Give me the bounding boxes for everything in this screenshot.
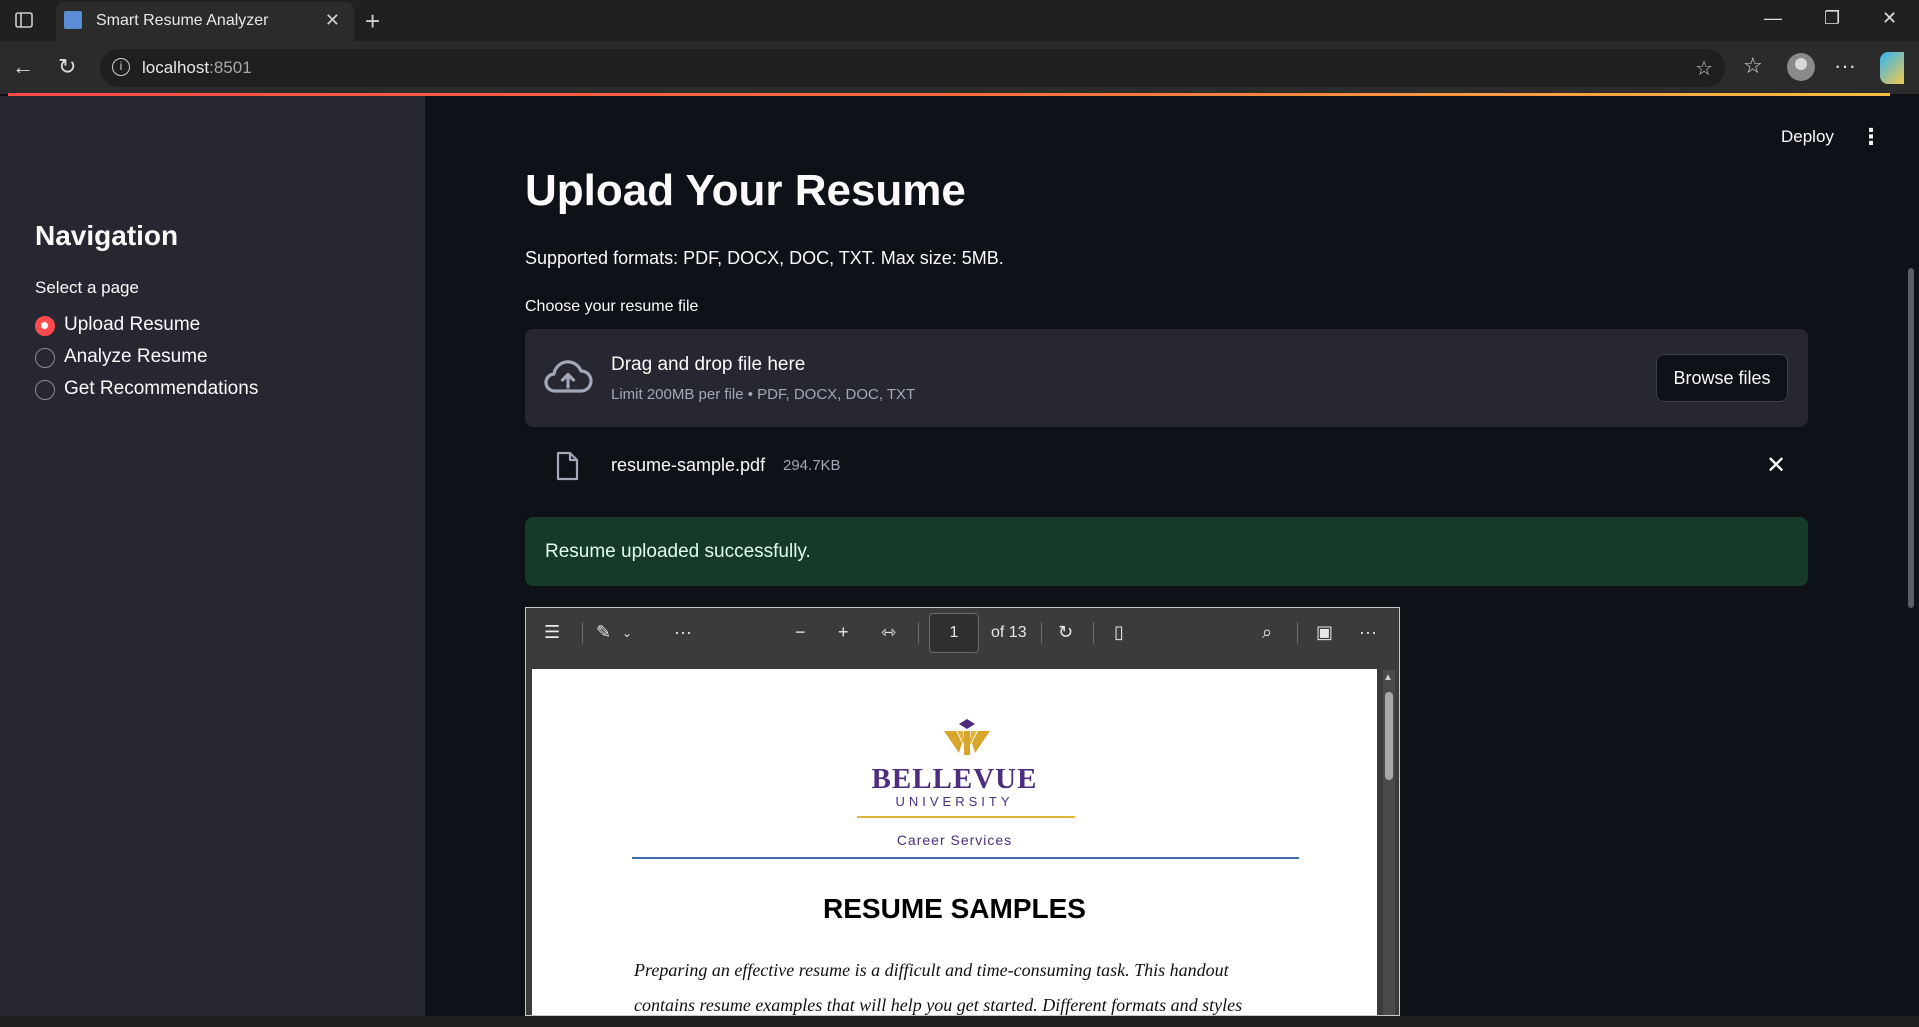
page-number-input[interactable]: 1 bbox=[929, 613, 979, 653]
radio-unselected-icon bbox=[35, 380, 55, 400]
highlight-icon[interactable]: ✎ bbox=[596, 622, 611, 643]
browse-files-button[interactable]: Browse files bbox=[1656, 354, 1788, 402]
browser-tab-bar: Smart Resume Analyzer ✕ + — ❐ ✕ bbox=[0, 0, 1919, 41]
restore-icon[interactable]: ❐ bbox=[1824, 8, 1840, 29]
profile-avatar[interactable] bbox=[1787, 53, 1815, 81]
table-of-contents-icon[interactable]: ☰ bbox=[544, 622, 560, 643]
document-paragraph: Preparing an effective resume is a diffi… bbox=[634, 953, 1274, 1015]
uploaded-file-size: 294.7KB bbox=[783, 457, 841, 474]
main-menu-icon[interactable]: ⋮ bbox=[1860, 124, 1882, 150]
department-name: Career Services bbox=[896, 832, 1013, 848]
deploy-button[interactable]: Deploy bbox=[1781, 127, 1834, 147]
favicon-icon bbox=[64, 11, 82, 29]
toolbar-divider bbox=[1041, 622, 1042, 644]
toolbar-divider bbox=[1297, 622, 1298, 644]
site-info-icon[interactable]: i bbox=[112, 58, 130, 76]
pdf-page: BELLEVUE UNIVERSITY Career Services RESU… bbox=[532, 669, 1377, 1015]
university-name: BELLEVUE bbox=[871, 763, 1038, 795]
toolbar-divider bbox=[582, 622, 583, 644]
dropzone-limits: Limit 200MB per file • PDF, DOCX, DOC, T… bbox=[611, 386, 916, 403]
document-title: RESUME SAMPLES bbox=[823, 893, 1086, 924]
reload-icon[interactable]: ↻ bbox=[58, 54, 76, 80]
success-alert: Resume uploaded successfully. bbox=[525, 517, 1808, 586]
new-tab-button[interactable]: + bbox=[365, 6, 380, 37]
university-subtitle: UNIVERSITY bbox=[895, 794, 1014, 809]
url-field[interactable]: i localhost:8501 ☆ bbox=[100, 49, 1725, 87]
search-icon[interactable]: ⌕ bbox=[1262, 622, 1272, 643]
page-view-icon[interactable]: ▯ bbox=[1114, 622, 1124, 643]
file-dropzone[interactable]: Drag and drop file here Limit 200MB per … bbox=[525, 329, 1808, 427]
copilot-icon[interactable] bbox=[1880, 52, 1904, 84]
paragraph-line: Preparing an effective resume is a diffi… bbox=[634, 960, 1229, 980]
more-menu-icon[interactable]: ··· bbox=[1834, 53, 1856, 79]
browser-tab[interactable]: Smart Resume Analyzer ✕ bbox=[56, 2, 354, 41]
pdf-more-icon[interactable]: ··· bbox=[1359, 622, 1377, 643]
cloud-upload-icon bbox=[544, 360, 593, 393]
radio-unselected-icon bbox=[35, 348, 55, 368]
page-scrollbar[interactable] bbox=[1908, 268, 1914, 608]
page-select-label: Select a page bbox=[35, 278, 139, 297]
university-logo-icon bbox=[944, 719, 990, 755]
dropzone-title: Drag and drop file here bbox=[611, 354, 806, 375]
zoom-in-icon[interactable]: + bbox=[838, 622, 849, 643]
radio-selected-icon bbox=[35, 316, 55, 336]
pdf-scroll-thumb[interactable] bbox=[1385, 692, 1393, 780]
window-bottom-edge bbox=[0, 1016, 1919, 1027]
more-tools-icon[interactable]: ··· bbox=[674, 622, 692, 643]
uploaded-file-row: resume-sample.pdf 294.7KB ✕ bbox=[525, 441, 1808, 493]
tab-title: Smart Resume Analyzer bbox=[96, 12, 269, 29]
radio-label: Analyze Resume bbox=[64, 346, 208, 367]
tab-close-icon[interactable]: ✕ bbox=[325, 10, 340, 31]
success-message: Resume uploaded successfully. bbox=[545, 541, 811, 562]
scroll-up-icon[interactable]: ▲ bbox=[1383, 672, 1393, 683]
save-icon[interactable]: ▣ bbox=[1316, 622, 1333, 643]
uploader-label: Choose your resume file bbox=[525, 298, 699, 315]
remove-file-icon[interactable]: ✕ bbox=[1766, 451, 1786, 480]
radio-label: Upload Resume bbox=[64, 314, 201, 335]
page-title: Upload Your Resume bbox=[525, 166, 966, 215]
rotate-icon[interactable]: ↻ bbox=[1058, 622, 1073, 643]
zoom-out-icon[interactable]: − bbox=[795, 622, 806, 643]
back-icon[interactable]: ← bbox=[12, 54, 34, 80]
minimize-icon[interactable]: — bbox=[1764, 8, 1782, 29]
divider bbox=[857, 816, 1075, 818]
paragraph-line: contains resume examples that will help … bbox=[634, 995, 1243, 1015]
fit-width-icon[interactable]: ⇿ bbox=[881, 622, 896, 643]
pdf-toolbar: ☰ ✎ ⌄ ··· − + ⇿ 1 of 13 ↻ ▯ ⌕ ▣ ··· bbox=[526, 608, 1399, 660]
window-close-icon[interactable]: ✕ bbox=[1882, 8, 1897, 29]
sidebar-title: Navigation bbox=[35, 220, 179, 251]
divider bbox=[632, 857, 1299, 859]
browser-address-bar: ← ↻ i localhost:8501 ☆ ☆ ··· bbox=[0, 41, 1919, 94]
chevron-down-icon[interactable]: ⌄ bbox=[622, 626, 632, 640]
pdf-scrollbar[interactable]: ▲ bbox=[1383, 670, 1395, 1015]
pdf-viewer[interactable]: ☰ ✎ ⌄ ··· − + ⇿ 1 of 13 ↻ ▯ ⌕ ▣ ··· BELL… bbox=[525, 607, 1400, 1016]
url-text: localhost:8501 bbox=[142, 58, 252, 77]
page-total: of 13 bbox=[991, 624, 1027, 641]
file-icon bbox=[556, 451, 579, 481]
toolbar-divider bbox=[1093, 622, 1094, 644]
supported-formats-text: Supported formats: PDF, DOCX, DOC, TXT. … bbox=[525, 248, 1004, 268]
tab-actions-icon[interactable] bbox=[14, 10, 34, 30]
favorite-star-icon[interactable]: ☆ bbox=[1695, 56, 1713, 81]
favorites-icon[interactable]: ☆ bbox=[1743, 53, 1763, 79]
toolbar-divider bbox=[918, 622, 919, 644]
uploaded-file-name: resume-sample.pdf bbox=[611, 455, 766, 475]
radio-label: Get Recommendations bbox=[64, 378, 259, 399]
